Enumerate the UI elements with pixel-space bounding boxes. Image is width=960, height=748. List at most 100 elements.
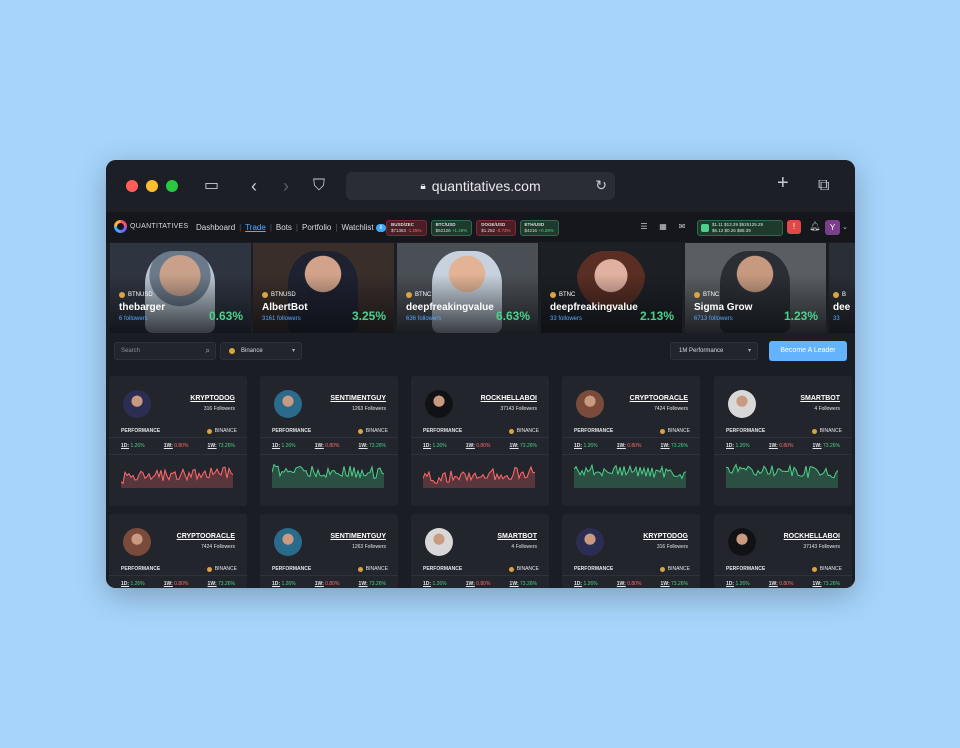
- binance-coin-icon: [357, 428, 363, 434]
- nav-portfolio[interactable]: Portfolio: [302, 223, 331, 232]
- ticker-strip: BUSD/ZEC $71363 -1.25% BTC/USD $52126 +1…: [386, 220, 559, 236]
- leader-followers: 7424 Followers: [201, 544, 235, 550]
- leader-name-link[interactable]: SMARTBOT: [800, 395, 840, 402]
- address-bar[interactable]: 🔒︎ quantitatives.com ↻: [346, 172, 615, 200]
- featured-leader-card[interactable]: BTNC deepfreakingvalue 636 followers 6.6…: [397, 243, 538, 333]
- stat-1w-label: 1W:: [465, 443, 475, 449]
- privacy-shield-icon[interactable]: ⛉: [313, 176, 325, 196]
- performance-sparkline: [574, 463, 686, 488]
- tab-overview-icon[interactable]: ⧉: [818, 176, 829, 196]
- leader-card[interactable]: ROCKHELLABOI 37143 Followers PERFORMANCE…: [714, 514, 852, 588]
- stat-1w-label: 1W:: [616, 443, 626, 449]
- leader-name: deepfreakingvalue: [406, 302, 494, 313]
- minimize-window-button[interactable]: [146, 180, 158, 192]
- leader-card[interactable]: KRYPTODOG 316 Followers PERFORMANCE BINA…: [562, 514, 700, 588]
- leader-name-link[interactable]: KRYPTODOG: [643, 533, 688, 540]
- leader-card[interactable]: SENTIMENTGUY 1263 Followers PERFORMANCE …: [260, 514, 398, 588]
- mail-icon[interactable]: ✉: [676, 221, 688, 233]
- leader-followers: 1263 Followers: [352, 544, 386, 550]
- leader-name-link[interactable]: CRYPTOORACLE: [177, 533, 235, 540]
- leader-card[interactable]: CRYPTOORACLE 7424 Followers PERFORMANCE …: [109, 514, 247, 588]
- exchange-select[interactable]: Binance ▾: [220, 342, 302, 360]
- warning-icon[interactable]: !: [787, 220, 801, 234]
- leader-followers: 6 followers: [119, 316, 148, 322]
- leader-followers: 37143 Followers: [500, 406, 537, 412]
- leader-card[interactable]: SMARTBOT 4 Followers PERFORMANCE BINANCE…: [411, 514, 549, 588]
- leader-avatar[interactable]: [274, 390, 302, 418]
- featured-leader-card[interactable]: B dee 33: [829, 243, 855, 333]
- divider: [411, 575, 549, 576]
- leader-card[interactable]: ROCKHELLABOI 37143 Followers PERFORMANCE…: [411, 376, 549, 506]
- divider: [260, 575, 398, 576]
- leader-card[interactable]: CRYPTOORACLE 7424 Followers PERFORMANCE …: [562, 376, 700, 506]
- stat-1w-value-2: 73.26%: [671, 443, 688, 449]
- become-leader-button[interactable]: Become A Leader: [769, 341, 847, 361]
- topbar-icons: ☰ ▦ ✉: [638, 221, 688, 233]
- reload-icon[interactable]: ↻: [595, 177, 607, 194]
- leader-card[interactable]: SMARTBOT 4 Followers PERFORMANCE BINANCE…: [714, 376, 852, 506]
- leader-avatar[interactable]: [425, 528, 453, 556]
- ticker-item[interactable]: ETH/USD $4216 +0.28%: [519, 220, 559, 236]
- chevron-down-icon: ▾: [747, 348, 751, 354]
- chevron-down-icon[interactable]: ⌄: [842, 223, 848, 231]
- leader-card[interactable]: KRYPTODOG 316 Followers PERFORMANCE BINA…: [109, 376, 247, 506]
- nav-bots[interactable]: Bots: [276, 223, 292, 232]
- brand-logo[interactable]: QUANTITATIVES: [114, 220, 188, 233]
- leader-avatar[interactable]: [728, 528, 756, 556]
- leader-avatar[interactable]: [576, 390, 604, 418]
- leader-name-link[interactable]: SENTIMENTGUY: [330, 395, 386, 402]
- close-window-button[interactable]: [126, 180, 138, 192]
- leader-avatar[interactable]: [123, 528, 151, 556]
- search-icon: ⌕: [205, 346, 210, 355]
- stat-1d-value: 1.26%: [281, 443, 296, 449]
- back-icon[interactable]: ‹: [251, 176, 257, 196]
- sidebar-toggle-icon[interactable]: ▭: [204, 176, 219, 196]
- leader-name-link[interactable]: CRYPTOORACLE: [630, 395, 688, 402]
- leader-exchange-label: BTNUSD: [128, 292, 153, 298]
- leader-exchange-label: B: [842, 292, 847, 298]
- list-icon[interactable]: ☰: [638, 221, 650, 233]
- leader-name-link[interactable]: ROCKHELLABOI: [481, 395, 537, 402]
- featured-leader-card[interactable]: BTNC Sigma Grow 6713 followers 1.23%: [685, 243, 826, 333]
- nav-watchlist[interactable]: Watchlist 6: [341, 223, 387, 232]
- stat-1w-label: 1W:: [163, 443, 173, 449]
- brand-name: QUANTITATIVES: [130, 223, 189, 230]
- new-tab-icon[interactable]: +: [777, 173, 789, 193]
- wallet-balance[interactable]: $1.11 $13.29 $525125.29 $6.12 $0.26 $88.…: [697, 220, 783, 236]
- leader-avatar[interactable]: [425, 390, 453, 418]
- bell-icon[interactable]: 🔔︎: [809, 221, 820, 232]
- search-input[interactable]: Search ⌕: [114, 342, 216, 360]
- exchange-label: BINANCE: [516, 428, 539, 434]
- calendar-icon[interactable]: ▦: [657, 221, 669, 233]
- performance-label: PERFORMANCE: [121, 428, 161, 434]
- leader-name-link[interactable]: SMARTBOT: [497, 533, 537, 540]
- ticker-item[interactable]: BTC/USD $52126 +1.46%: [430, 220, 473, 236]
- ticker-item[interactable]: DOGE/USD $1.252 -0.73%: [476, 220, 516, 236]
- wallet-icon: [701, 224, 709, 232]
- featured-leader-card[interactable]: BTNUSD thebarger 6 followers 0.63%: [110, 243, 251, 333]
- featured-leader-card[interactable]: BTNUSD AlbertBot 3161 followers 3.25%: [253, 243, 394, 333]
- leader-name-link[interactable]: SENTIMENTGUY: [330, 533, 386, 540]
- performance-label: PERFORMANCE: [726, 428, 766, 434]
- user-avatar[interactable]: Y: [825, 220, 840, 235]
- performance-stats: 1D: 1.26% 1W: 0.80% 1W: 73.26%: [574, 581, 688, 587]
- performance-period-select[interactable]: 1M Performance ▾: [670, 342, 758, 360]
- nav-dashboard[interactable]: Dashboard: [196, 223, 235, 232]
- leader-avatar[interactable]: [576, 528, 604, 556]
- leader-avatar[interactable]: [728, 390, 756, 418]
- leader-name-link[interactable]: KRYPTODOG: [190, 395, 235, 402]
- leader-avatar[interactable]: [123, 390, 151, 418]
- zoom-window-button[interactable]: [166, 180, 178, 192]
- leader-avatar[interactable]: [274, 528, 302, 556]
- stat-1w-value-2: 73.26%: [671, 581, 688, 587]
- nav-trade[interactable]: Trade: [245, 223, 266, 232]
- featured-leaders: BTNUSD thebarger 6 followers 0.63% BTNUS…: [106, 243, 855, 333]
- ticker-item[interactable]: BUSD/ZEC $71363 -1.25%: [386, 220, 427, 236]
- stat-1w-value: 0.80%: [779, 581, 794, 587]
- leader-name-link[interactable]: ROCKHELLABOI: [784, 533, 840, 540]
- browser-toolbar: ▭ ‹ › ⛉ 🔒︎ quantitatives.com ↻ + ⧉: [106, 160, 855, 212]
- leader-card[interactable]: SENTIMENTGUY 1263 Followers PERFORMANCE …: [260, 376, 398, 506]
- featured-leader-card[interactable]: BTNC deepfreakingvalue 33 followers 2.13…: [541, 243, 682, 333]
- stat-1d-label: 1D:: [272, 443, 281, 449]
- forward-icon[interactable]: ›: [283, 176, 289, 196]
